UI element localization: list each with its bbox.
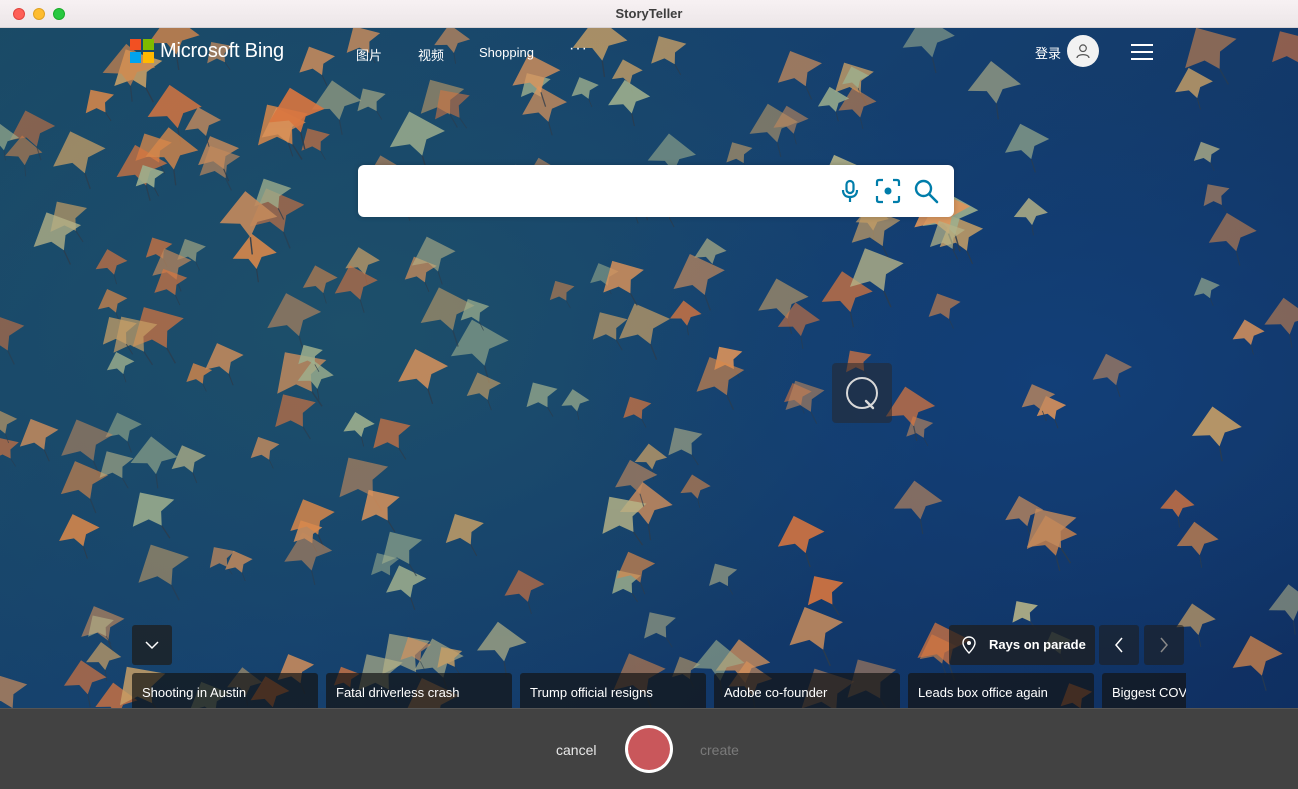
news-card[interactable]: Trump official resigns xyxy=(520,673,706,708)
recorder-toolbar: cancel create xyxy=(0,708,1298,789)
sign-in-link[interactable]: 登录 xyxy=(1035,43,1061,62)
chevron-right-icon xyxy=(1160,637,1168,653)
nav-images[interactable]: 图片 xyxy=(356,45,382,64)
previous-image-button[interactable] xyxy=(1099,625,1139,665)
background-image xyxy=(0,28,1298,708)
menu-hamburger-icon[interactable] xyxy=(1131,44,1153,60)
collapse-news-button[interactable] xyxy=(132,625,172,665)
user-avatar[interactable] xyxy=(1067,35,1099,67)
visual-search-icon[interactable] xyxy=(875,178,901,204)
chevron-down-icon xyxy=(145,641,159,650)
record-dot-icon xyxy=(628,728,670,770)
news-card[interactable]: Fatal driverless crash xyxy=(326,673,512,708)
bing-logo-text: Microsoft Bing xyxy=(160,39,284,62)
user-icon xyxy=(1076,44,1090,59)
nav-videos[interactable]: 视频 xyxy=(418,45,444,64)
search-icon[interactable] xyxy=(913,178,939,204)
news-card[interactable]: Leads box office again xyxy=(908,673,1094,708)
bing-homepage: Microsoft Bing 图片 视频 Shopping ··· 登录 Ray… xyxy=(0,28,1298,708)
bing-logo[interactable]: Microsoft Bing xyxy=(130,39,284,63)
nav-shopping[interactable]: Shopping xyxy=(479,45,534,60)
record-button[interactable] xyxy=(625,725,673,773)
magnifier-icon xyxy=(846,377,878,410)
microphone-icon[interactable] xyxy=(837,178,863,204)
window-title: StoryTeller xyxy=(615,6,683,21)
news-card[interactable]: Biggest COVID xyxy=(1102,673,1186,708)
cancel-button[interactable]: cancel xyxy=(556,742,596,758)
news-card[interactable]: Shooting in Austin xyxy=(132,673,318,708)
microsoft-logo-icon xyxy=(130,39,154,63)
nav-more-icon[interactable]: ··· xyxy=(569,40,588,58)
next-image-button[interactable] xyxy=(1144,625,1184,665)
window-titlebar: StoryTeller xyxy=(0,0,1298,28)
create-button[interactable]: create xyxy=(700,742,739,758)
visual-search-overlay[interactable] xyxy=(832,363,892,423)
search-input[interactable] xyxy=(372,175,832,207)
chevron-left-icon xyxy=(1115,637,1123,653)
image-info-button[interactable]: Rays on parade xyxy=(949,625,1095,665)
image-caption: Rays on parade xyxy=(989,637,1086,652)
location-pin-icon xyxy=(962,636,976,654)
news-strip: Shooting in Austin Fatal driverless cras… xyxy=(132,673,1186,708)
search-box xyxy=(358,165,954,217)
news-card[interactable]: Adobe co-founder xyxy=(714,673,900,708)
